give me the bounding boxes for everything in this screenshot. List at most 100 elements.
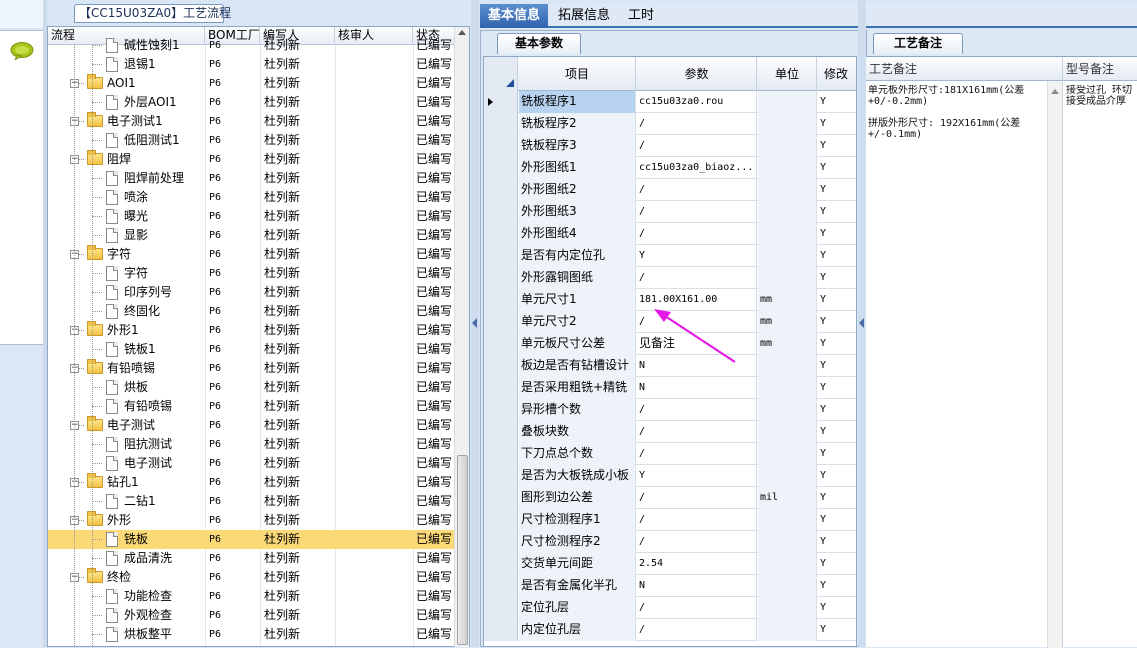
param-name-cell[interactable]: 单元尺寸2	[519, 311, 636, 333]
row-indicator[interactable]	[484, 553, 518, 575]
params-row[interactable]: 异形槽个数 / Y	[484, 399, 856, 421]
tree-row[interactable]: 烘板 P6 杜列新 已编写	[48, 378, 458, 397]
tree-row[interactable]: 电子测试 P6 杜列新 已编写	[48, 454, 458, 473]
params-row[interactable]: 下刀点总个数 / Y	[484, 443, 856, 465]
param-value-cell[interactable]: Y	[637, 245, 757, 267]
param-name-cell[interactable]: 定位孔层	[519, 597, 636, 619]
param-unit-cell[interactable]	[758, 179, 817, 201]
row-indicator[interactable]	[484, 509, 518, 531]
param-value-cell[interactable]: /	[637, 421, 757, 443]
param-name-cell[interactable]: 尺寸检测程序2	[519, 531, 636, 553]
row-indicator[interactable]	[484, 201, 518, 223]
param-unit-cell[interactable]	[758, 355, 817, 377]
param-unit-cell[interactable]	[758, 135, 817, 157]
params-row[interactable]: 外形图纸3/ Y	[484, 201, 856, 223]
param-value-cell[interactable]: /	[637, 113, 757, 135]
param-modify-cell[interactable]: Y	[818, 179, 856, 201]
params-row[interactable]: 是否为大板铣成小板 Y Y	[484, 465, 856, 487]
tree-row[interactable]: 二钻1 P6 杜列新 已编写	[48, 492, 458, 511]
param-modify-cell[interactable]: Y	[818, 267, 856, 289]
notes-col-model[interactable]: 型号备注	[1063, 57, 1137, 81]
params-row[interactable]: 铣板程序1 cc15u03za0.rou Y	[484, 91, 856, 113]
params-row[interactable]: 尺寸检测程序1/ Y	[484, 509, 856, 531]
tree-row[interactable]: 铣板1 P6 杜列新 已编写	[48, 340, 458, 359]
params-col-unit[interactable]: 单位	[758, 57, 817, 91]
tree-row[interactable]: − 电子测试1 P6 杜列新 已编写	[48, 112, 458, 131]
tree-row[interactable]: 外观检查 P6 杜列新 已编写	[48, 606, 458, 625]
tree-row[interactable]: − 外形 P6 杜列新 已编写	[48, 511, 458, 530]
params-row[interactable]: 内定位孔层 / Y	[484, 619, 856, 641]
middle-splitter[interactable]	[471, 0, 479, 647]
param-name-cell[interactable]: 是否有内定位孔	[519, 245, 636, 267]
model-note-text[interactable]: 接受过孔 环切 接受成品介厚	[1066, 85, 1137, 285]
row-indicator[interactable]	[484, 619, 518, 641]
tree-scroll-thumb[interactable]	[457, 455, 468, 645]
param-modify-cell[interactable]: Y	[818, 377, 856, 399]
param-unit-cell[interactable]	[758, 509, 817, 531]
param-value-cell[interactable]: cc15u03za0_biaoz...	[637, 157, 757, 179]
param-modify-cell[interactable]: Y	[818, 443, 856, 465]
param-modify-cell[interactable]: Y	[818, 421, 856, 443]
param-name-cell[interactable]: 叠板块数	[519, 421, 636, 443]
param-value-cell[interactable]: N	[637, 575, 757, 597]
row-indicator[interactable]	[484, 311, 518, 333]
param-value-cell[interactable]: N	[637, 377, 757, 399]
tree-row[interactable]: − 阻焊 P6 杜列新 已编写	[48, 150, 458, 169]
tab-basic-info[interactable]: 基本信息	[480, 4, 549, 28]
param-unit-cell[interactable]	[758, 245, 817, 267]
tree-row[interactable]: 喷涂 P6 杜列新 已编写	[48, 188, 458, 207]
param-name-cell[interactable]: 单元尺寸1	[519, 289, 636, 311]
param-unit-cell[interactable]: mm	[758, 333, 817, 355]
notes-col-process[interactable]: 工艺备注	[866, 57, 1063, 81]
notes-scrollbar[interactable]	[1047, 81, 1062, 648]
tree-row[interactable]: 成品清洗 P6 杜列新 已编写	[48, 549, 458, 568]
param-modify-cell[interactable]: Y	[818, 509, 856, 531]
tree-row[interactable]: 阻抗测试 P6 杜列新 已编写	[48, 435, 458, 454]
params-col-modify[interactable]: 修改	[818, 57, 856, 91]
param-modify-cell[interactable]: Y	[818, 575, 856, 597]
param-modify-cell[interactable]: Y	[818, 289, 856, 311]
param-modify-cell[interactable]: Y	[818, 311, 856, 333]
params-col-item[interactable]: 项目	[519, 57, 636, 91]
tree-row[interactable]: − 钻孔1 P6 杜列新 已编写	[48, 473, 458, 492]
params-row[interactable]: 是否有内定位孔 Y Y	[484, 245, 856, 267]
row-indicator[interactable]	[484, 377, 518, 399]
row-indicator[interactable]	[484, 355, 518, 377]
param-unit-cell[interactable]: mm	[758, 311, 817, 333]
param-unit-cell[interactable]	[758, 399, 817, 421]
tab-work-hours[interactable]: 工时	[620, 4, 662, 28]
process-note-text[interactable]: 单元板外形尺寸:181X161mm(公差 +0/-0.2mm) 拼版外形尺寸: …	[868, 85, 1046, 285]
param-modify-cell[interactable]: Y	[818, 619, 856, 641]
params-row[interactable]: 外形图纸4/ Y	[484, 223, 856, 245]
row-indicator[interactable]	[484, 575, 518, 597]
tree-row[interactable]: 烘板整平 P6 杜列新 已编写	[48, 625, 458, 644]
param-value-cell[interactable]: /	[637, 619, 757, 641]
tree-scrollbar[interactable]	[454, 27, 469, 647]
params-row[interactable]: 图形到边公差 / mil Y	[484, 487, 856, 509]
param-unit-cell[interactable]	[758, 465, 817, 487]
param-modify-cell[interactable]: Y	[818, 355, 856, 377]
tree-row[interactable]: 外层AOI1 P6 杜列新 已编写	[48, 93, 458, 112]
param-unit-cell[interactable]	[758, 575, 817, 597]
param-modify-cell[interactable]: Y	[818, 201, 856, 223]
tree-row[interactable]: − 终检 P6 杜列新 已编写	[48, 568, 458, 587]
tree-row[interactable]: 阻焊前处理 P6 杜列新 已编写	[48, 169, 458, 188]
tree-row[interactable]: − AOI1 P6 杜列新 已编写	[48, 74, 458, 93]
params-col-param[interactable]: 参数	[637, 57, 757, 91]
param-name-cell[interactable]: 异形槽个数	[519, 399, 636, 421]
param-unit-cell[interactable]	[758, 531, 817, 553]
tree-row[interactable]: 曝光 P6 杜列新 已编写	[48, 207, 458, 226]
row-indicator[interactable]	[484, 135, 518, 157]
row-indicator[interactable]	[484, 245, 518, 267]
process-flow-tab[interactable]: 【CC15U03ZA0】工艺流程	[74, 4, 231, 23]
param-value-cell[interactable]: /	[637, 135, 757, 157]
chat-bubble-icon[interactable]	[10, 42, 34, 60]
param-modify-cell[interactable]: Y	[818, 135, 856, 157]
param-modify-cell[interactable]: Y	[818, 223, 856, 245]
row-indicator[interactable]	[484, 113, 518, 135]
param-value-cell[interactable]: /	[637, 179, 757, 201]
param-name-cell[interactable]: 图形到边公差	[519, 487, 636, 509]
param-value-cell[interactable]: /	[637, 399, 757, 421]
param-unit-cell[interactable]	[758, 597, 817, 619]
param-value-cell[interactable]: /	[637, 443, 757, 465]
